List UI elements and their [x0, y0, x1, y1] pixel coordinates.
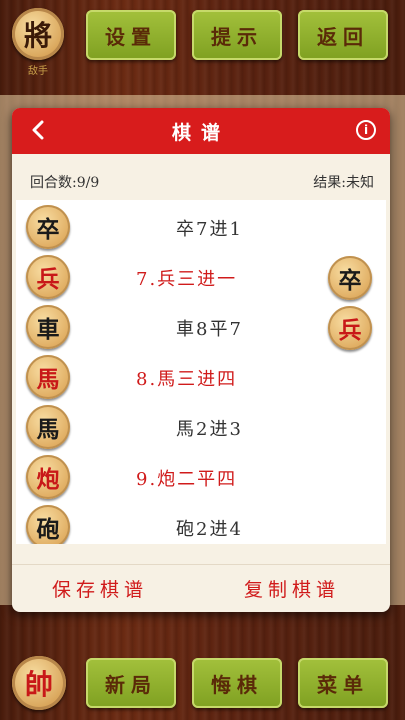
move-record-dialog: 棋谱 i 回合数:9/9 结果:未知 卒 卒7进1 兵 7.兵三进一 車 車8平… [12, 108, 390, 612]
move-text: 9.炮二平四 [136, 469, 238, 490]
move-row[interactable]: 卒 卒7进1 [16, 202, 386, 252]
move-row[interactable]: 砲 砲2进4 [16, 502, 386, 544]
opponent-label: 敌手 [28, 66, 48, 77]
piece-icon: 馬 [26, 405, 70, 449]
move-text: 卒7进1 [176, 219, 243, 240]
move-text: 馬2进3 [176, 419, 243, 440]
move-text: 8.馬三进四 [136, 369, 238, 390]
new-game-button[interactable]: 新局 [86, 658, 176, 708]
piece-icon: 兵 [26, 255, 70, 299]
opponent-general-piece: 將 [12, 8, 64, 60]
settings-button[interactable]: 设置 [86, 10, 176, 60]
save-record-button[interactable]: 保存棋谱 [52, 575, 148, 602]
player-king-piece: 帥 [12, 656, 66, 710]
piece-icon: 砲 [26, 505, 70, 544]
move-text: 砲2进4 [176, 519, 243, 540]
move-list[interactable]: 卒 卒7进1 兵 7.兵三进一 車 車8平7 馬 8.馬三进四 馬 馬2进3 炮… [16, 200, 386, 544]
top-bar: 將 敌手 设置 提示 返回 [0, 0, 405, 88]
rounds-count: 回合数:9/9 [30, 175, 100, 191]
chevron-left-icon[interactable] [26, 118, 50, 142]
captured-piece: 兵 [328, 306, 372, 350]
piece-icon: 馬 [26, 355, 70, 399]
piece-icon: 炮 [26, 455, 70, 499]
undo-button[interactable]: 悔棋 [192, 658, 282, 708]
move-row[interactable]: 炮 9.炮二平四 [16, 452, 386, 502]
back-button[interactable]: 返回 [298, 10, 388, 60]
captured-piece: 卒 [328, 256, 372, 300]
menu-button[interactable]: 菜单 [298, 658, 388, 708]
game-stats: 回合数:9/9 结果:未知 [12, 172, 390, 194]
info-icon[interactable]: i [356, 120, 376, 140]
piece-icon: 車 [26, 305, 70, 349]
copy-record-button[interactable]: 复制棋谱 [244, 575, 340, 602]
dialog-header: 棋谱 i [12, 108, 390, 154]
move-row[interactable]: 馬 馬2进3 [16, 402, 386, 452]
piece-icon: 卒 [26, 205, 70, 249]
game-result: 结果:未知 [313, 175, 374, 191]
move-text: 7.兵三进一 [136, 269, 238, 290]
hint-button[interactable]: 提示 [192, 10, 282, 60]
dialog-title: 棋谱 [171, 121, 230, 144]
dialog-footer: 保存棋谱 复制棋谱 [12, 564, 390, 612]
move-row[interactable]: 馬 8.馬三进四 [16, 352, 386, 402]
